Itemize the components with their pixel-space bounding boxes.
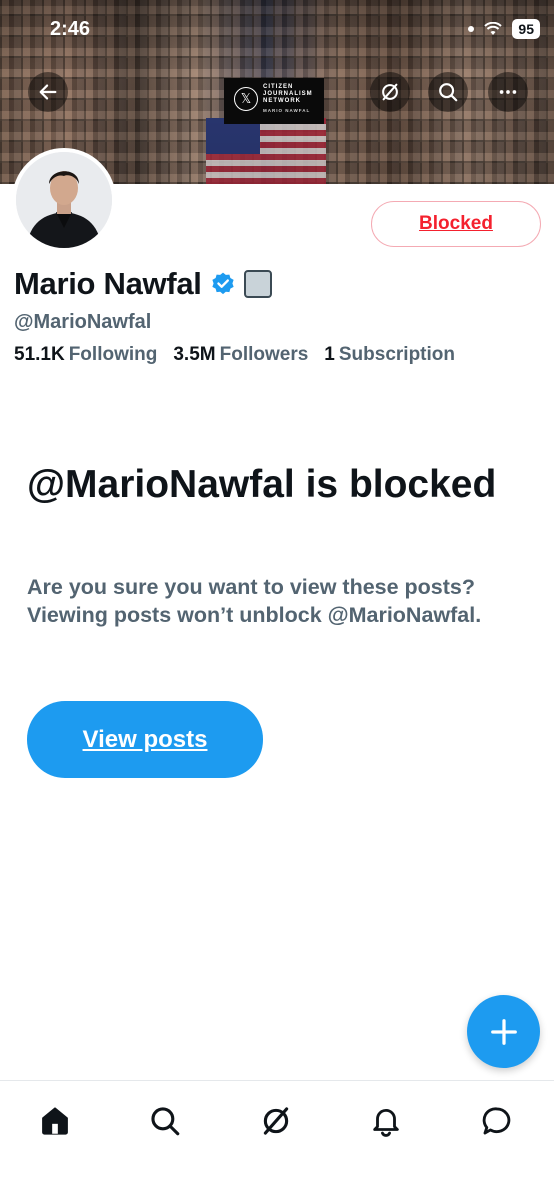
bottom-tab-bar — [0, 1080, 554, 1199]
more-dots-icon — [499, 90, 517, 94]
display-name: Mario Nawfal — [14, 266, 202, 301]
back-arrow-icon — [39, 84, 57, 100]
wifi-icon — [484, 22, 503, 35]
home-icon — [42, 1107, 68, 1135]
banner-logo: 𝕏 CITIZEN JOURNALISM NETWORK MARIO NAWFA… — [234, 84, 313, 114]
search-icon — [439, 83, 458, 102]
tab-notifications[interactable] — [366, 1101, 406, 1141]
messages-icon — [482, 1107, 511, 1135]
followers-stat[interactable]: 3.5M Followers — [173, 344, 308, 366]
profile-handle: @MarioNawfal — [14, 311, 152, 333]
blocked-notice-description: Are you sure you want to view these post… — [27, 575, 482, 627]
status-indicators: 95 — [468, 19, 540, 39]
banner-logo-line: JOURNALISM — [263, 91, 313, 97]
tab-home[interactable] — [35, 1101, 75, 1141]
more-options-button[interactable] — [488, 72, 528, 112]
grok-button[interactable] — [370, 72, 410, 112]
blocked-button[interactable]: Blocked — [371, 201, 541, 247]
following-stat[interactable]: 51.1K Following — [14, 344, 157, 366]
plus-icon — [490, 1018, 517, 1045]
signal-dot-icon — [468, 26, 475, 32]
grok-icon — [382, 83, 398, 101]
blocked-notice-title: @MarioNawfal is blocked — [27, 463, 497, 506]
view-posts-button[interactable]: View posts — [27, 701, 263, 778]
grok-icon — [263, 1107, 289, 1135]
tab-messages[interactable] — [477, 1101, 517, 1141]
profile-stats: 51.1K Following 3.5M Followers 1 Subscripti… — [14, 344, 455, 366]
banner-logo-line: NETWORK — [263, 98, 301, 104]
tab-grok[interactable] — [256, 1101, 296, 1141]
compose-post-button[interactable] — [467, 995, 540, 1068]
back-button[interactable] — [28, 72, 68, 112]
verified-badge-icon[interactable] — [210, 271, 236, 297]
notifications-icon — [373, 1109, 399, 1137]
search-icon — [151, 1107, 180, 1136]
affiliation-badge-icon[interactable] — [243, 270, 272, 298]
banner-logo-line: CITIZEN — [263, 84, 294, 90]
banner-logo-subtitle: MARIO NAWFAL — [263, 108, 311, 113]
search-button[interactable] — [428, 72, 468, 112]
profile-avatar[interactable] — [12, 148, 116, 252]
status-time: 2:46 — [50, 18, 91, 40]
x-logo-icon: 𝕏 — [234, 87, 258, 111]
profile-name-row: Mario Nawfal — [14, 266, 272, 302]
battery-indicator: 95 — [512, 19, 540, 39]
subscriptions-stat[interactable]: 1 Subscription — [324, 344, 455, 366]
avatar-image — [16, 152, 112, 248]
tab-search[interactable] — [145, 1101, 185, 1141]
